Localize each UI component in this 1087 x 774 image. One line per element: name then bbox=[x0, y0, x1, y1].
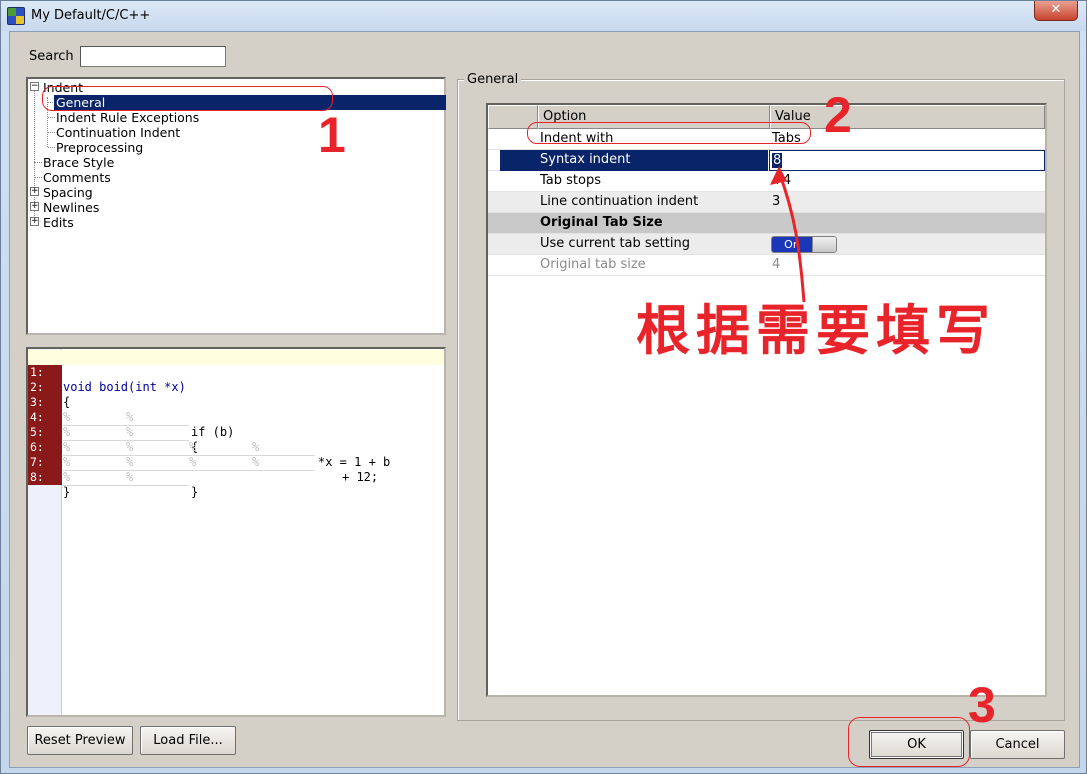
column-header-value[interactable]: Value bbox=[770, 105, 1045, 129]
line-number: 8: bbox=[28, 470, 62, 485]
tree-item-newlines[interactable]: Newlines bbox=[43, 200, 99, 215]
table-section-original-tab-size: Original Tab Size bbox=[488, 213, 1045, 234]
reset-preview-button[interactable]: Reset Preview bbox=[27, 726, 133, 755]
section-label: Original Tab Size bbox=[540, 215, 663, 230]
option-label: Tab stops bbox=[540, 173, 601, 188]
tree-item-continuation-indent[interactable]: Continuation Indent bbox=[56, 125, 180, 140]
annotation-oval-2 bbox=[527, 122, 811, 144]
code-line: 3: %% if (b) bbox=[28, 380, 444, 439]
table-row-original-tab-size: Original tab size 4 bbox=[488, 255, 1045, 276]
tree-item-edits[interactable]: Edits bbox=[43, 215, 74, 230]
collapse-icon[interactable]: − bbox=[30, 82, 39, 91]
expand-icon[interactable]: + bbox=[30, 187, 39, 196]
table-row-use-current-tab[interactable]: Use current tab setting On bbox=[488, 234, 1045, 255]
tree-guide-line bbox=[48, 147, 55, 148]
options-table: Option Value Indent with Tabs Syntax ind… bbox=[486, 103, 1047, 697]
tree-guide-line bbox=[48, 117, 55, 118]
tree-item-spacing[interactable]: Spacing bbox=[43, 185, 93, 200]
annotation-number-3: 3 bbox=[968, 677, 996, 733]
table-row-line-continuation[interactable]: Line continuation indent 3 bbox=[488, 192, 1045, 213]
search-label: Search bbox=[29, 49, 74, 64]
table-row-tab-stops[interactable]: Tab stops +4 bbox=[488, 171, 1045, 192]
load-file-button[interactable]: Load File... bbox=[140, 726, 236, 755]
annotation-note: 根据需要填写 bbox=[636, 298, 996, 362]
search-input[interactable] bbox=[80, 46, 226, 67]
close-button[interactable]: ✕ bbox=[1034, 1, 1078, 21]
input-value: 8 bbox=[772, 153, 783, 168]
general-group-title: General bbox=[464, 72, 522, 87]
table-row-syntax-indent[interactable]: Syntax indent 8 bbox=[488, 150, 1045, 171]
use-current-tab-toggle[interactable]: On bbox=[771, 236, 837, 253]
syntax-indent-input[interactable]: 8 bbox=[769, 150, 1045, 171]
code-text: } bbox=[63, 485, 71, 499]
code-line: 1: void boid(int *x) bbox=[28, 350, 444, 394]
code-line: 7: %% } bbox=[28, 440, 444, 499]
tree-item-brace-style[interactable]: Brace Style bbox=[43, 155, 114, 170]
annotation-number-1: 1 bbox=[318, 107, 346, 163]
window-title: My Default/C/C++ bbox=[31, 8, 151, 23]
option-value[interactable]: +4 bbox=[772, 171, 791, 191]
tree-guide-line bbox=[34, 162, 42, 163]
options-tree: − Indent General Indent Rule Exceptions … bbox=[26, 77, 446, 335]
option-label: Original tab size bbox=[540, 257, 646, 272]
annotation-oval-3 bbox=[848, 717, 970, 767]
option-label: Line continuation indent bbox=[540, 194, 699, 209]
code-line: 5: %%%% *x = 1 + b bbox=[28, 410, 444, 469]
code-line: 6: %%%% + 12; bbox=[28, 425, 444, 484]
code-preview[interactable]: 1: void boid(int *x) 2: { 3: %% if (b) 4… bbox=[26, 347, 446, 717]
dialog-window: My Default/C/C++ ✕ Search − Indent Gener… bbox=[0, 0, 1087, 774]
cancel-button[interactable]: Cancel bbox=[970, 730, 1065, 759]
option-value: 4 bbox=[772, 257, 781, 272]
tree-guide-line bbox=[34, 177, 42, 178]
option-label: Use current tab setting bbox=[540, 236, 690, 251]
code-line: 4: %% { bbox=[28, 395, 444, 454]
toggle-knob bbox=[812, 237, 836, 252]
tree-item-preprocessing[interactable]: Preprocessing bbox=[56, 140, 143, 155]
toggle-state: On bbox=[772, 237, 812, 252]
annotation-number-2: 2 bbox=[824, 87, 852, 143]
expand-icon[interactable]: + bbox=[30, 202, 39, 211]
tree-item-comments[interactable]: Comments bbox=[43, 170, 111, 185]
option-value[interactable]: 3 bbox=[772, 192, 780, 212]
code-line: 8: } bbox=[28, 455, 444, 499]
tree-guide-line bbox=[48, 132, 55, 133]
code-line: 2: { bbox=[28, 365, 444, 409]
tree-item-indent-rule-exceptions[interactable]: Indent Rule Exceptions bbox=[56, 110, 199, 125]
option-label: Syntax indent bbox=[540, 152, 631, 167]
app-icon bbox=[7, 7, 25, 25]
expand-icon[interactable]: + bbox=[30, 217, 39, 226]
code-text: } bbox=[191, 485, 199, 499]
code-text: + 12; bbox=[342, 470, 379, 484]
annotation-oval-1 bbox=[42, 86, 333, 111]
title-bar: My Default/C/C++ ✕ bbox=[1, 1, 1086, 31]
